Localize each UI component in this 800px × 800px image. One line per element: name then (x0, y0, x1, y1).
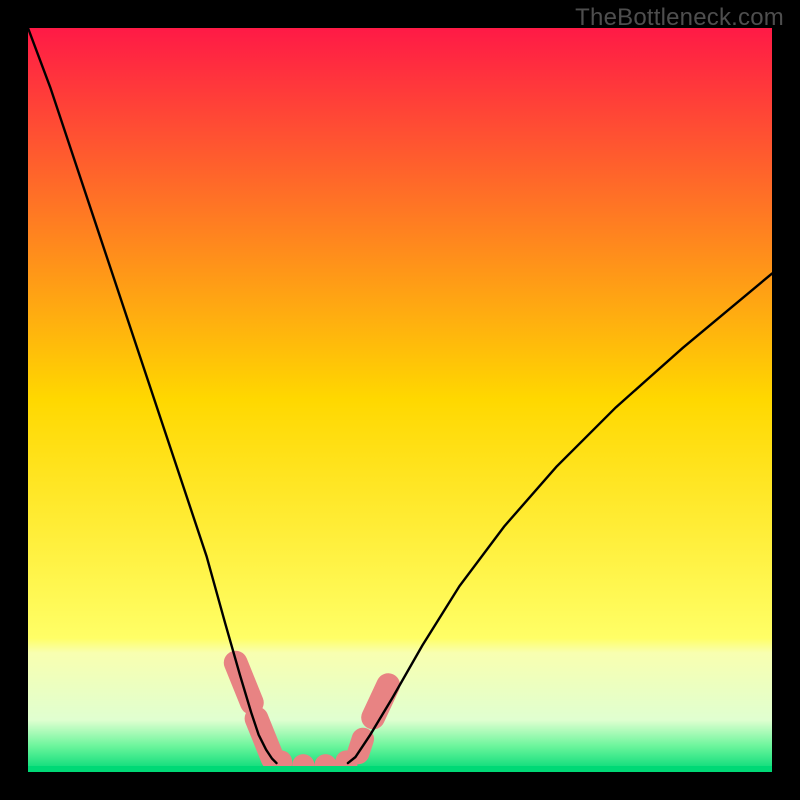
chart-plot (28, 28, 772, 772)
chart-frame: TheBottleneck.com (0, 0, 800, 800)
chart-background (28, 28, 772, 772)
